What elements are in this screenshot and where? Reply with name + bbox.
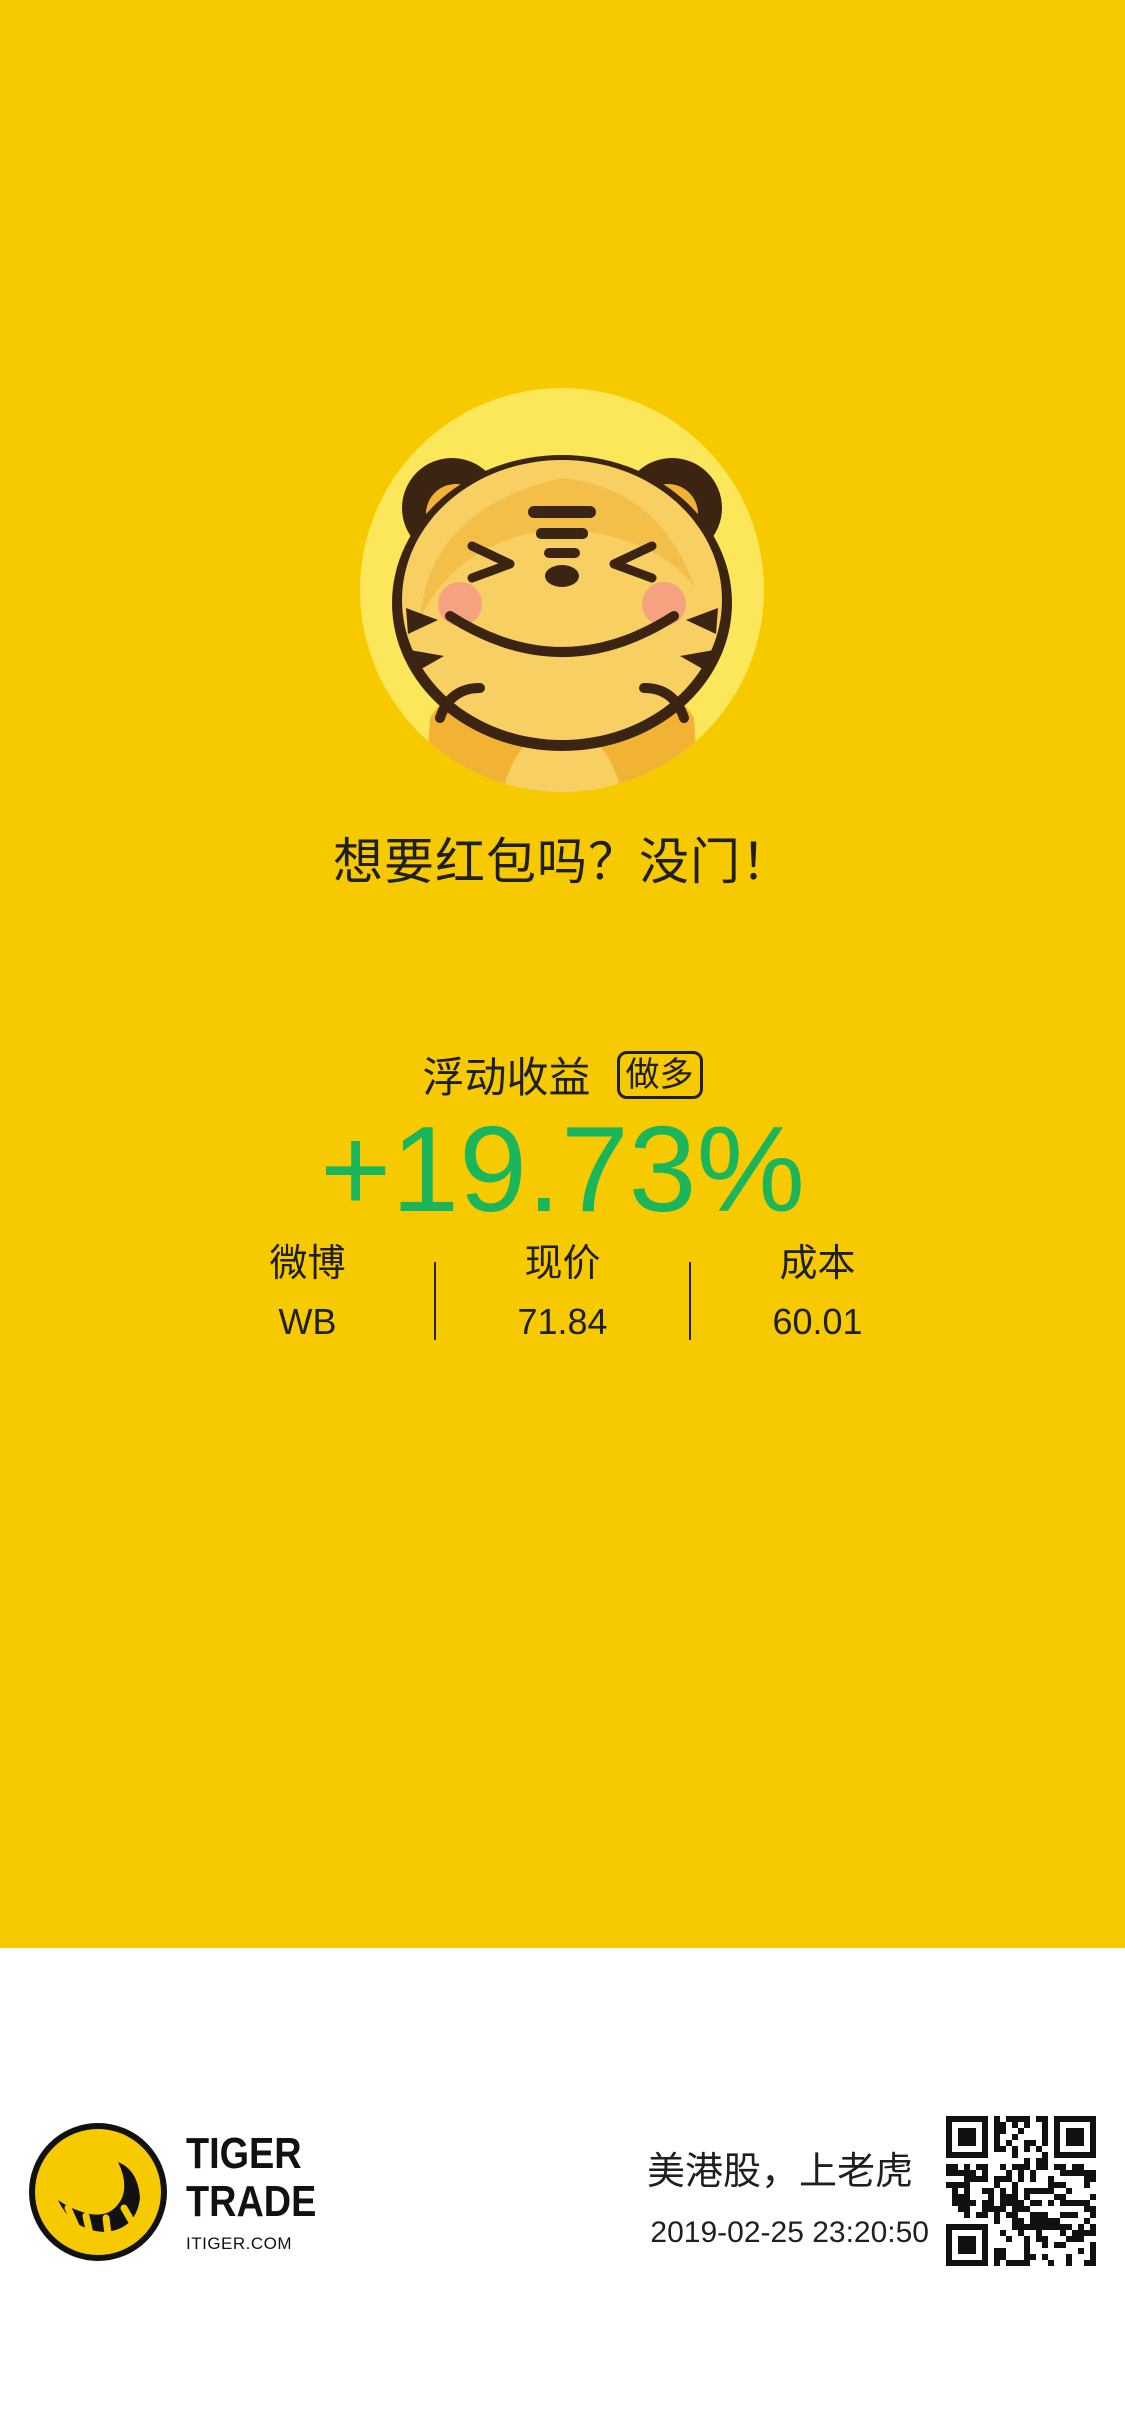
share-poster: 想要红包吗？没门！ 浮动收益 做多 +19.73% 微博 WB 现价 71.84… [0,0,1125,1948]
stat-divider [689,1262,691,1340]
floating-profit-label: 浮动收益 [422,1053,591,1102]
stock-stats: 微博 WB 现价 71.84 成本 60.01 [180,1238,945,1358]
timestamp-text: 2019-02-25 23:20:50 [650,2216,929,2249]
stat-stock-name: 微博 WB [180,1238,435,1358]
stat-label: 微博 [269,1241,346,1285]
position-badge: 做多 [616,1050,703,1099]
profit-percentage: +19.73% [319,1101,806,1237]
brand-line-1: TIGER [186,2129,302,2178]
stat-value: 60.01 [772,1301,863,1342]
stat-current-price: 现价 71.84 [435,1238,690,1358]
stat-cost: 成本 60.01 [690,1238,945,1358]
profit-header: 浮动收益 做多 [0,1044,1125,1105]
tiger-trade-logo-icon [28,2122,168,2262]
stat-label: 成本 [779,1241,856,1285]
brand-website: ITIGER.COM [186,2234,293,2253]
tagline-text: 想要红包吗？没门！ [333,833,792,891]
stat-value: 71.84 [517,1301,608,1342]
qr-code-icon [946,2116,1096,2266]
stat-label: 现价 [524,1241,601,1285]
stat-value: WB [278,1301,337,1342]
brand-line-2: TRADE [186,2177,317,2226]
slogan-text: 美港股，上老虎 [646,2149,913,2193]
tiger-mascot-icon [360,388,764,792]
stat-divider [434,1262,436,1340]
brand-wordmark: TIGER TRADE ITIGER.COM [186,2130,338,2254]
